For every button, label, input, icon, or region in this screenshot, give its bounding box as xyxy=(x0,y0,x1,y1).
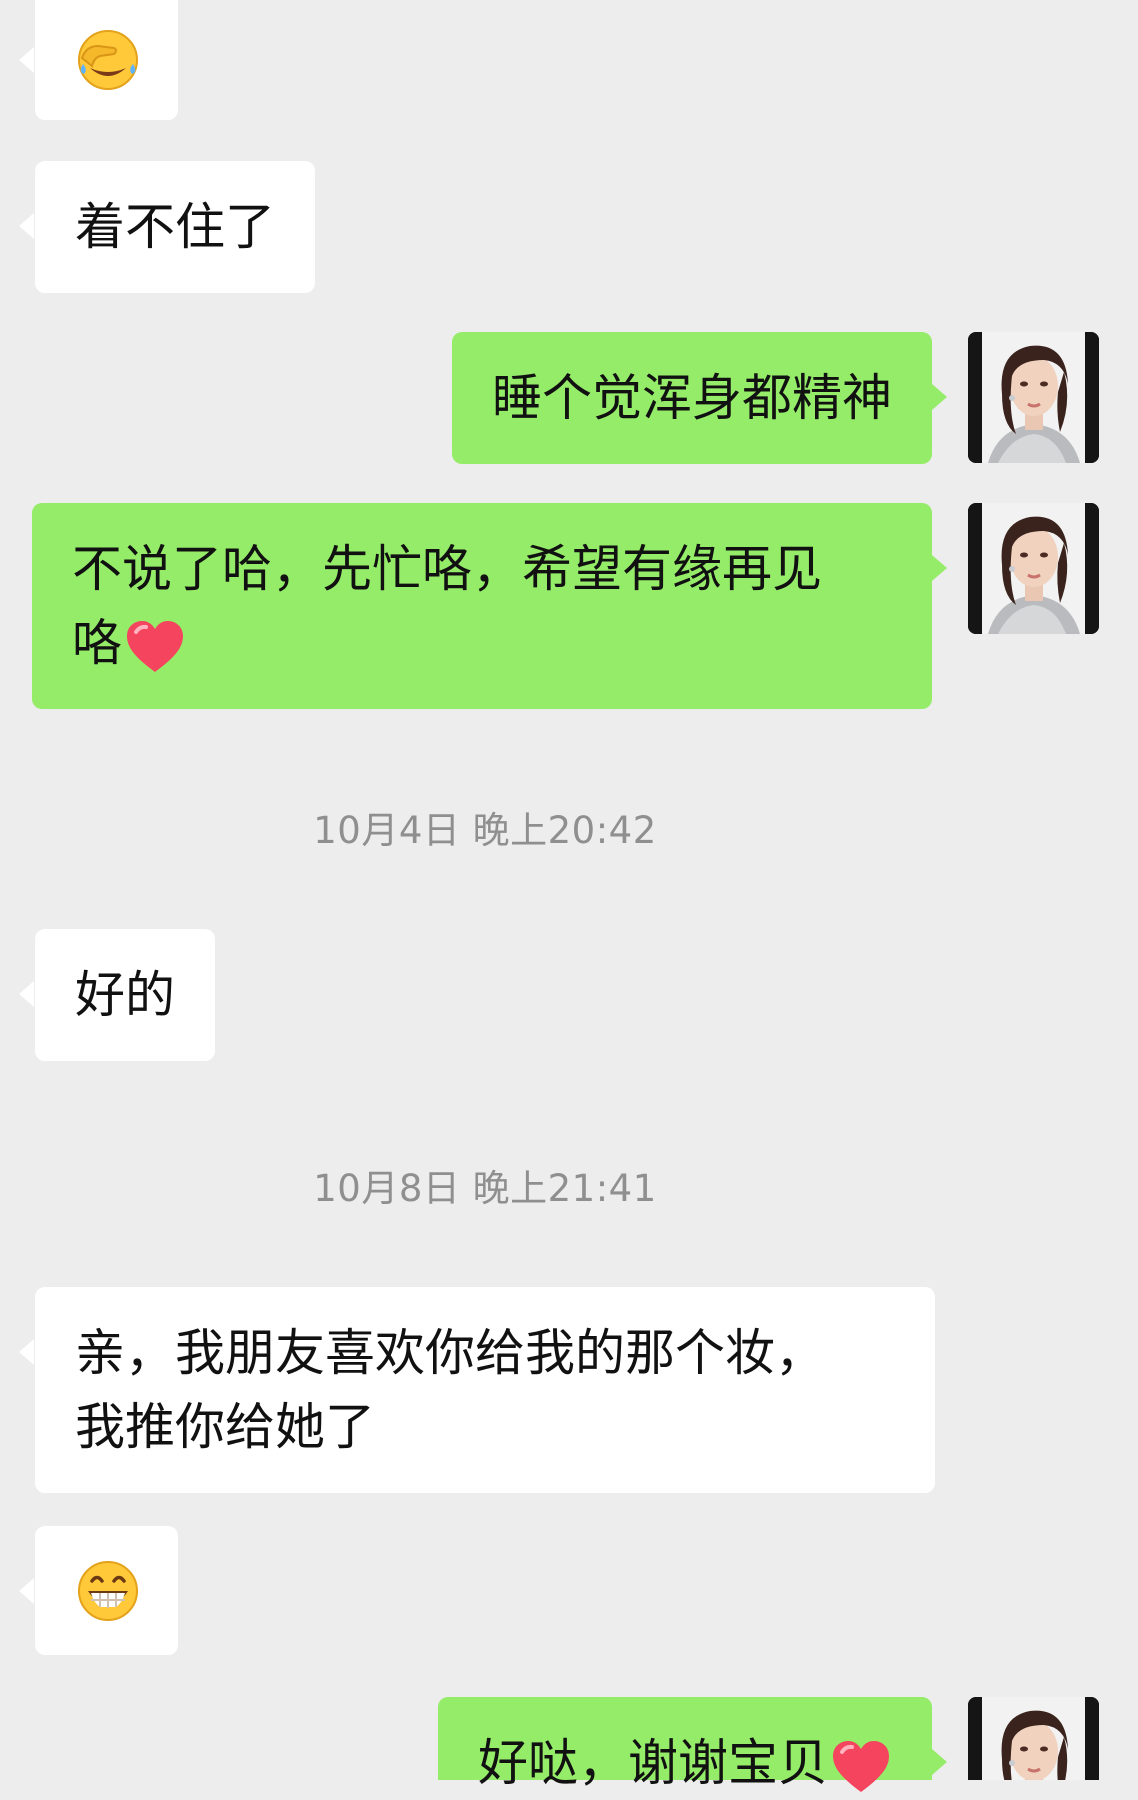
message-text: 着不住了 xyxy=(75,198,275,256)
avatar[interactable] xyxy=(968,1697,1099,1780)
grinning-emoji-icon xyxy=(78,1561,138,1621)
message-bubble[interactable]: 好哒，谢谢宝贝 xyxy=(438,1697,932,1792)
message-text-line: 不说了哈，先忙咯，希望有缘再见 xyxy=(72,540,822,598)
message-text: 咯 xyxy=(72,614,122,672)
message-bubble[interactable]: 不说了哈，先忙咯，希望有缘再见 咯 xyxy=(32,503,932,709)
user-portrait-icon xyxy=(968,503,1099,634)
bubble-tail xyxy=(19,981,34,1007)
avatar[interactable] xyxy=(968,503,1099,634)
facepalm-tears-emoji-icon xyxy=(78,30,138,90)
red-heart-emoji-icon xyxy=(833,1740,889,1792)
bubble-tail xyxy=(19,47,34,73)
user-portrait-icon xyxy=(968,332,1099,463)
message-bubble[interactable]: 着不住了 xyxy=(35,161,315,293)
bubble-tail xyxy=(932,384,947,410)
bubble-tail xyxy=(932,1749,947,1775)
message-text-line: 亲，我朋友喜欢你给我的那个妆， xyxy=(75,1324,825,1382)
message-text-line: 我推你给她了 xyxy=(75,1398,375,1456)
message-bubble[interactable] xyxy=(35,0,178,120)
bubble-tail xyxy=(19,1339,34,1365)
message-bubble[interactable]: 亲，我朋友喜欢你给我的那个妆， 我推你给她了 xyxy=(35,1287,935,1493)
bubble-tail xyxy=(19,1578,34,1604)
message-bubble[interactable] xyxy=(35,1526,178,1655)
bubble-tail xyxy=(932,555,947,581)
red-heart-emoji-icon xyxy=(127,620,183,672)
message-text: 好的 xyxy=(75,966,175,1024)
message-bubble[interactable]: 好的 xyxy=(35,929,215,1061)
message-text: 好哒，谢谢宝贝 xyxy=(478,1734,828,1792)
avatar[interactable] xyxy=(968,332,1099,463)
message-bubble[interactable]: 睡个觉浑身都精神 xyxy=(452,332,932,464)
timestamp: 10月4日 晚上20:42 xyxy=(313,809,657,852)
timestamp: 10月8日 晚上21:41 xyxy=(313,1167,657,1210)
bubble-tail xyxy=(19,213,34,239)
message-text-line: 咯 xyxy=(72,606,892,680)
user-portrait-icon xyxy=(968,1697,1099,1780)
message-text: 睡个觉浑身都精神 xyxy=(492,369,892,427)
